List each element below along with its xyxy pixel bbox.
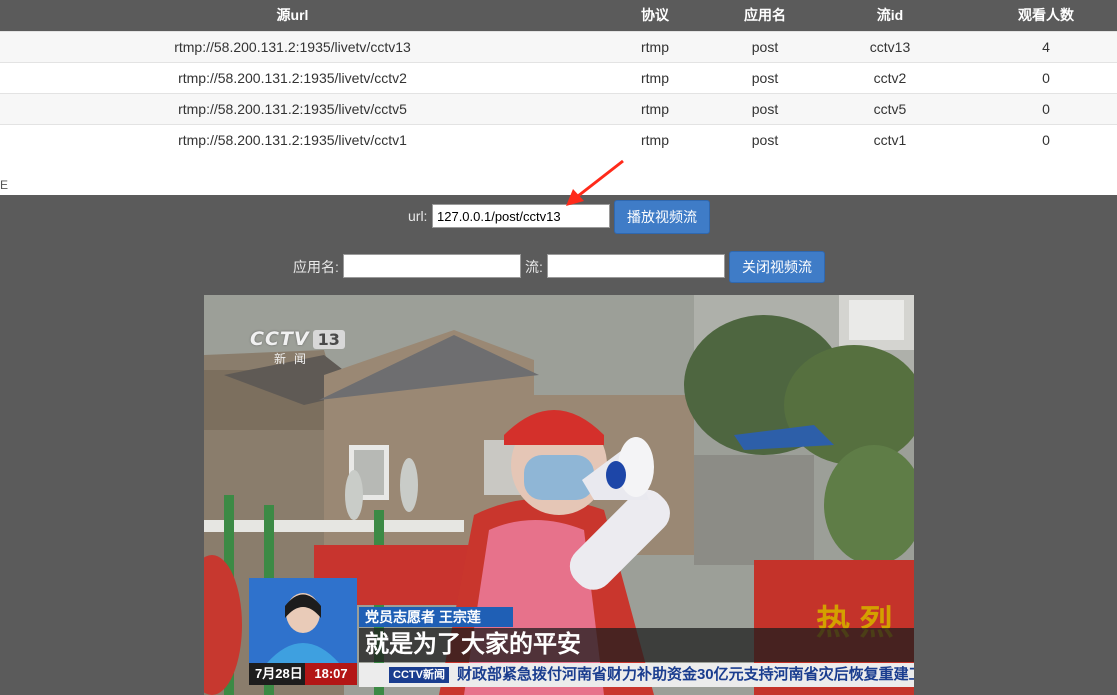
anchor-image xyxy=(249,578,357,663)
channel-subtitle: 新闻 xyxy=(274,352,315,366)
channel-number: 13 xyxy=(312,330,345,349)
news-anchor-inset xyxy=(249,578,357,663)
channel-logo: CCTV 13 新闻 xyxy=(250,328,345,367)
video-caption: 就是为了大家的平安 xyxy=(359,628,914,662)
date-time-bar: 7月28日 18:07 xyxy=(249,663,357,685)
ticker-logo: CCTV新闻 xyxy=(389,667,449,684)
interviewee-name-tag: 党员志愿者 王宗莲 xyxy=(359,607,513,627)
ticker-text: 财政部紧急拨付河南省财力补助资金30亿元支持河南省灾后恢复重建工 xyxy=(456,666,914,683)
broadcast-date: 7月28日 xyxy=(255,666,303,681)
broadcast-time: 18:07 xyxy=(305,663,357,685)
channel-logo-text: CCTV xyxy=(250,328,310,350)
news-ticker: CCTV新闻 财政部紧急拨付河南省财力补助资金30亿元支持河南省灾后恢复重建工 xyxy=(359,663,914,687)
video-player[interactable]: CCTV 13 新闻 热 烈 7月28日 18:07 党员志愿者 王宗莲 就是为了… xyxy=(204,295,914,695)
